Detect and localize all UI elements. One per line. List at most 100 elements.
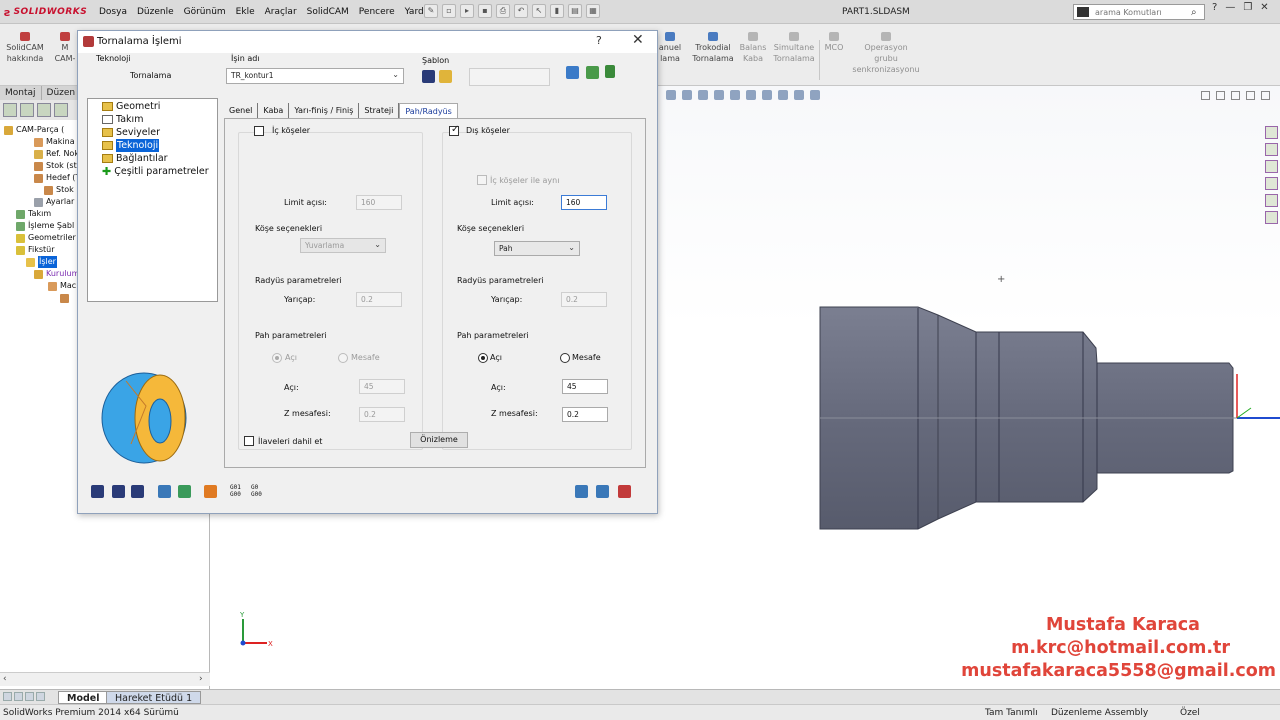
tree-item-links[interactable]: Bağlantılar (102, 152, 168, 165)
tab-layout[interactable]: Düzen (42, 86, 82, 100)
command-search[interactable]: ⌕ (1073, 4, 1205, 20)
outer-angle-radio[interactable] (478, 353, 488, 363)
tab-chamfer-radius[interactable]: Pah/Radyüs (399, 103, 458, 118)
print-icon[interactable]: ⎙ (496, 4, 510, 18)
tree-node[interactable]: Makina ( (34, 136, 80, 148)
menu-tools[interactable]: Araçlar (260, 0, 302, 24)
menu-insert[interactable]: Ekle (231, 0, 260, 24)
pin-icon[interactable]: ✎ (424, 4, 438, 18)
search-input[interactable] (1095, 7, 1191, 17)
inner-z-distance-field[interactable]: 0.2 (359, 407, 405, 422)
minimize-icon[interactable]: — (1225, 2, 1235, 13)
inner-limit-field[interactable]: 160 (356, 195, 402, 210)
job-name-combo[interactable]: TR_kontur1 ⌄ (226, 68, 404, 84)
status-units[interactable]: Özel (1180, 708, 1200, 718)
close-icon[interactable]: ✕ (1260, 2, 1268, 13)
menu-solidcam[interactable]: SolidCAM (302, 0, 354, 24)
tree-node[interactable]: İşleme Şabl (16, 220, 74, 232)
dialog-help-button[interactable]: ? (596, 34, 602, 47)
ribbon-manual-turning[interactable]: anuel lama (655, 32, 685, 64)
tab-motion-study[interactable]: Hareket Etüdü 1 (106, 691, 202, 704)
tree-node-selected[interactable]: İşler (26, 256, 57, 268)
include-extensions-checkbox[interactable] (244, 436, 254, 446)
tab-assembly[interactable]: Montaj (0, 86, 42, 100)
config-manager-icon[interactable] (37, 103, 51, 117)
save-calculate-icon[interactable] (112, 485, 125, 498)
tree-node[interactable]: Geometriler (16, 232, 76, 244)
open-icon[interactable]: ▸ (460, 4, 474, 18)
outer-distance-radio[interactable] (560, 353, 570, 363)
ribbon-operation-group-sync[interactable]: Operasyon grubu senkronizasyonu (850, 32, 922, 75)
same-as-inner-checkbox[interactable] (477, 175, 487, 185)
property-manager-icon[interactable] (20, 103, 34, 117)
outer-corners-checkbox[interactable]: ✓ (449, 124, 459, 136)
tool-cursor-icon[interactable] (605, 65, 615, 78)
save-calculate-all-icon[interactable] (131, 485, 144, 498)
search-scope-icon[interactable] (1077, 7, 1089, 17)
outer-angle-field[interactable]: 45 (562, 379, 608, 394)
options-icon[interactable]: ▦ (586, 4, 600, 18)
tree-node[interactable]: Ayarlar (34, 196, 74, 208)
save-icon[interactable] (91, 485, 104, 498)
tree-node[interactable]: Hedef (T (34, 172, 80, 184)
rebuild-icon[interactable]: ▮ (550, 4, 564, 18)
exit-icon[interactable] (618, 485, 631, 498)
tree-node[interactable]: Kurulum (34, 268, 79, 280)
menu-view[interactable]: Görünüm (179, 0, 231, 24)
menu-file[interactable]: Dosya (94, 0, 132, 24)
preview-button[interactable]: Önizleme (410, 432, 468, 448)
feature-manager-icon[interactable] (3, 103, 17, 117)
last-tab-icon[interactable] (36, 692, 45, 701)
ribbon-trochoidal-turning[interactable]: Trokodial Tornalama (689, 32, 737, 64)
tree-item-tool[interactable]: Takım (102, 113, 143, 126)
solidworks-logo[interactable]: ƨ SOLIDWORKS (4, 4, 87, 20)
first-tab-icon[interactable] (3, 692, 12, 701)
prev-tab-icon[interactable] (14, 692, 23, 701)
tree-node[interactable]: CAM-Parça ( (4, 124, 64, 136)
stack-icon[interactable] (204, 485, 217, 498)
tree-node[interactable]: Takım (16, 208, 51, 220)
save-icon[interactable]: ▪ (478, 4, 492, 18)
outer-z-distance-field[interactable]: 0.2 (562, 407, 608, 422)
save-exit-icon[interactable] (575, 485, 588, 498)
outer-limit-field[interactable]: 160 (561, 195, 607, 210)
dimxpert-icon[interactable] (54, 103, 68, 117)
tree-item-misc-params[interactable]: ✚ Çeşitli parametreler (102, 165, 209, 178)
inner-angle-field[interactable]: 45 (359, 379, 405, 394)
tab-semi-finish[interactable]: Yarı-finiş / Finiş (289, 103, 360, 118)
tree-node[interactable]: Stok (sto (34, 160, 82, 172)
search-icon[interactable]: ⌕ (1191, 7, 1197, 18)
help-icon[interactable]: ? (1212, 2, 1217, 13)
ribbon-solidcam-about[interactable]: SolidCAM hakkında (3, 32, 47, 64)
menu-edit[interactable]: Düzenle (132, 0, 179, 24)
dialog-close-button[interactable]: ✕ (632, 32, 644, 48)
horizontal-scrollbar[interactable]: ‹ › (0, 672, 210, 686)
simulate-add-icon[interactable] (178, 485, 191, 498)
tree-item-levels[interactable]: Seviyeler (102, 126, 160, 139)
ribbon-balance-rough[interactable]: Balans Kaba (738, 32, 768, 64)
template-save-icon[interactable] (422, 70, 435, 83)
outer-corner-option-combo[interactable]: Pah ⌄ (494, 241, 580, 256)
tab-rough[interactable]: Kaba (258, 103, 290, 118)
select-icon[interactable]: ↖ (532, 4, 546, 18)
tree-node[interactable]: Stok (44, 184, 74, 196)
scroll-left-icon[interactable]: ‹ (3, 674, 7, 684)
tab-strategy[interactable]: Strateji (359, 103, 400, 118)
tree-node[interactable]: Fikstür (16, 244, 55, 256)
ribbon-cam[interactable]: M CAM- (52, 32, 78, 64)
tree-node[interactable]: Mac (48, 280, 76, 292)
restore-icon[interactable]: ❐ (1243, 2, 1252, 13)
tree-node[interactable] (60, 292, 72, 304)
undo-icon[interactable]: ↶ (514, 4, 528, 18)
tab-general[interactable]: Genel (224, 103, 259, 118)
inner-angle-radio[interactable] (272, 353, 282, 363)
inner-corner-option-combo[interactable]: Yuvarlama ⌄ (300, 238, 386, 253)
inner-radius-field[interactable]: 0.2 (356, 292, 402, 307)
inner-corners-checkbox[interactable] (254, 126, 264, 136)
dialog-titlebar[interactable]: Tornalama İşlemi ? ✕ (78, 31, 657, 53)
data-table-icon[interactable] (586, 66, 599, 79)
template-open-icon[interactable] (439, 70, 452, 83)
new-icon[interactable]: ▫ (442, 4, 456, 18)
simulate-icon[interactable] (158, 485, 171, 498)
gcode-button-1[interactable]: G01 G00 (230, 484, 241, 498)
